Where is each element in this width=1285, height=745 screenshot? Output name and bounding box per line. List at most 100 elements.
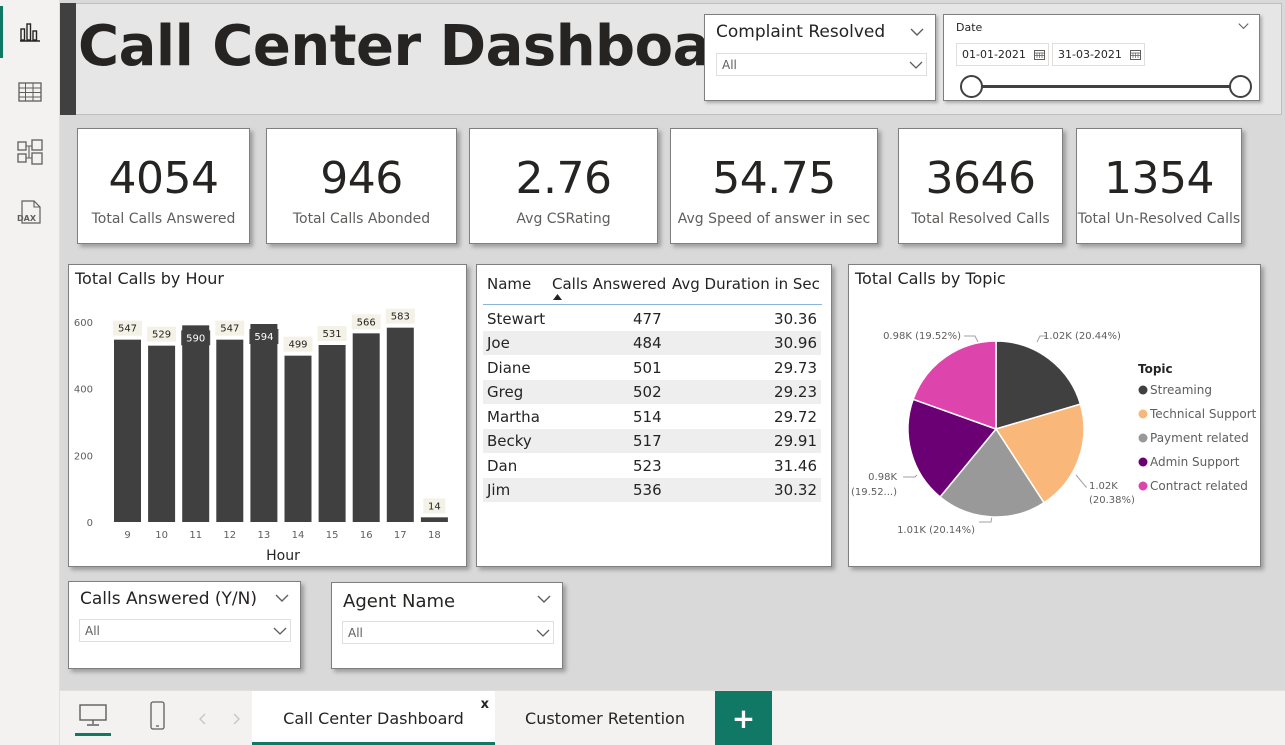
calls-by-topic-chart[interactable]: Total Calls by Topic 0.98K (19.52%) 1.02…: [848, 264, 1261, 567]
active-indicator: [75, 733, 111, 736]
chevron-down-icon[interactable]: [1238, 22, 1249, 30]
dropdown-value: All: [348, 625, 363, 640]
slicer-title: Calls Answered (Y/N): [80, 589, 257, 609]
leader-line: [903, 474, 918, 478]
report-view-icon: [20, 23, 40, 42]
kpi-label: Total Un-Resolved Calls: [1077, 211, 1241, 227]
kpi-card-total-unresolved-calls: 1354 Total Un-Resolved Calls: [1076, 128, 1242, 244]
calls-by-hour-chart[interactable]: Total Calls by Hour Hour 0 200 400 600 547 9 5…: [68, 264, 467, 567]
end-date-handle[interactable]: [1229, 75, 1252, 98]
end-date-input[interactable]: 31-03-2021: [1052, 43, 1145, 66]
dax-query-icon: DAX: [17, 200, 41, 224]
data-label: 590: [186, 333, 205, 344]
chevron-down-icon[interactable]: [537, 594, 551, 604]
y-tick-label: 600: [74, 318, 93, 329]
data-label: 594: [254, 332, 273, 343]
legend-item[interactable]: Streaming: [1150, 383, 1212, 397]
mobile-layout-icon[interactable]: [148, 701, 168, 731]
bar-chart-plot: Hour 0 200 400 600 547 9 529 10 590 11 547 12 594 13 4…: [74, 308, 448, 564]
report-view-button[interactable]: [0, 2, 60, 62]
table-row[interactable]: Martha 514 29.72: [483, 405, 821, 429]
kpi-value: 54.75: [712, 153, 836, 204]
plus-icon: +: [731, 702, 756, 735]
pie-chart-plot: 0.98K (19.52%) 1.02K (20.44%) 1.02K (20.…: [851, 331, 1257, 536]
slice-label: (19.52...): [851, 487, 897, 498]
agent-name-dropdown[interactable]: All: [342, 621, 554, 644]
kpi-card-avg-csrating: 2.76 Avg CSRating: [469, 128, 658, 244]
kpi-value: 4054: [108, 153, 219, 204]
complaint-resolved-slicer[interactable]: Complaint Resolved All: [704, 14, 936, 101]
x-tick-label: 18: [428, 530, 441, 541]
legend-item[interactable]: Technical Support: [1149, 407, 1257, 421]
date-slicer[interactable]: Date 01-01-2021 31-03-2021: [943, 14, 1260, 101]
data-label: 566: [357, 317, 376, 328]
bar: [114, 339, 141, 522]
kpi-value: 1354: [1104, 153, 1214, 204]
view-rail: DAX: [0, 0, 60, 745]
start-date-input[interactable]: 01-01-2021: [956, 43, 1049, 66]
desktop-layout-button[interactable]: [75, 703, 111, 736]
chevron-left-icon[interactable]: [198, 713, 208, 725]
table-row[interactable]: Greg 502 29.23: [483, 380, 821, 404]
kpi-label: Total Calls Abonded: [292, 211, 431, 227]
table-row[interactable]: Diane 501 29.73: [483, 356, 821, 380]
slice-label: 0.98K (19.52%): [883, 331, 961, 342]
data-label: 14: [428, 501, 441, 512]
bar: [250, 324, 278, 522]
data-view-button[interactable]: [0, 62, 60, 122]
legend-item[interactable]: Admin Support: [1150, 455, 1240, 469]
kpi-label: Total Calls Answered: [91, 211, 236, 227]
x-tick-label: 10: [155, 530, 168, 541]
calendar-icon[interactable]: [1130, 49, 1141, 60]
slice-label: 1.01K (20.14%): [897, 525, 975, 536]
add-page-button[interactable]: +: [715, 691, 772, 745]
model-view-button[interactable]: [0, 122, 60, 182]
chevron-down-icon[interactable]: [275, 593, 289, 603]
kpi-card-total-calls-abonded: 946 Total Calls Abonded: [266, 128, 457, 244]
table-row[interactable]: Jim 536 30.32: [483, 478, 821, 502]
bar: [352, 333, 380, 522]
agent-table[interactable]: Name Calls Answered Avg Duration in Sec …: [476, 264, 832, 567]
calls-answered-dropdown[interactable]: All: [79, 619, 291, 642]
dax-query-button[interactable]: DAX: [0, 182, 60, 242]
start-date-handle[interactable]: [960, 75, 983, 98]
column-header-calls-answered[interactable]: Calls Answered: [552, 275, 666, 293]
dropdown-value: All: [722, 57, 737, 72]
page-tab-bar: Call Center Dashboard x Customer Retenti…: [60, 690, 1285, 745]
kpi-card-total-resolved-calls: 3646 Total Resolved Calls: [898, 128, 1063, 244]
legend-marker: [1138, 409, 1148, 419]
chevron-right-icon[interactable]: [231, 713, 241, 725]
table-row[interactable]: Dan 523 31.46: [483, 454, 821, 478]
slicer-title: Complaint Resolved: [716, 22, 886, 42]
x-tick-label: 9: [124, 530, 130, 541]
date-range-track: [971, 85, 1241, 88]
tab-customer-retention[interactable]: Customer Retention: [495, 691, 715, 745]
page-title: Call Center Dashboard: [78, 14, 777, 79]
slicer-title: Date: [956, 21, 983, 34]
kpi-value: 946: [320, 153, 403, 204]
calendar-icon[interactable]: [1034, 49, 1045, 60]
x-tick-label: 16: [360, 530, 373, 541]
table-row[interactable]: Becky 517 29.91: [483, 429, 821, 453]
agent-name-slicer[interactable]: Agent Name All: [331, 582, 563, 669]
legend-item[interactable]: Contract related: [1150, 479, 1248, 493]
dax-label: DAX: [17, 214, 37, 223]
header-accent-bar: [60, 3, 76, 115]
table-row[interactable]: Stewart 477 30.36: [483, 307, 821, 331]
column-header-name[interactable]: Name: [487, 275, 531, 293]
y-tick-label: 0: [87, 518, 93, 529]
complaint-resolved-dropdown[interactable]: All: [716, 53, 927, 76]
legend-item[interactable]: Payment related: [1150, 431, 1249, 445]
dropdown-value: All: [85, 623, 100, 638]
close-tab-button[interactable]: x: [481, 697, 489, 712]
data-label: 529: [152, 330, 171, 341]
kpi-label: Total Resolved Calls: [911, 211, 1050, 227]
calls-answered-slicer[interactable]: Calls Answered (Y/N) All: [68, 581, 301, 669]
table-row[interactable]: Joe 484 30.96: [483, 331, 821, 355]
model-view-icon: [17, 139, 43, 165]
column-header-avg-duration[interactable]: Avg Duration in Sec: [672, 275, 820, 293]
legend-marker: [1138, 385, 1148, 395]
chevron-down-icon[interactable]: [910, 27, 924, 37]
tab-call-center-dashboard[interactable]: Call Center Dashboard x: [252, 691, 495, 745]
x-axis-label: Hour: [266, 548, 300, 564]
